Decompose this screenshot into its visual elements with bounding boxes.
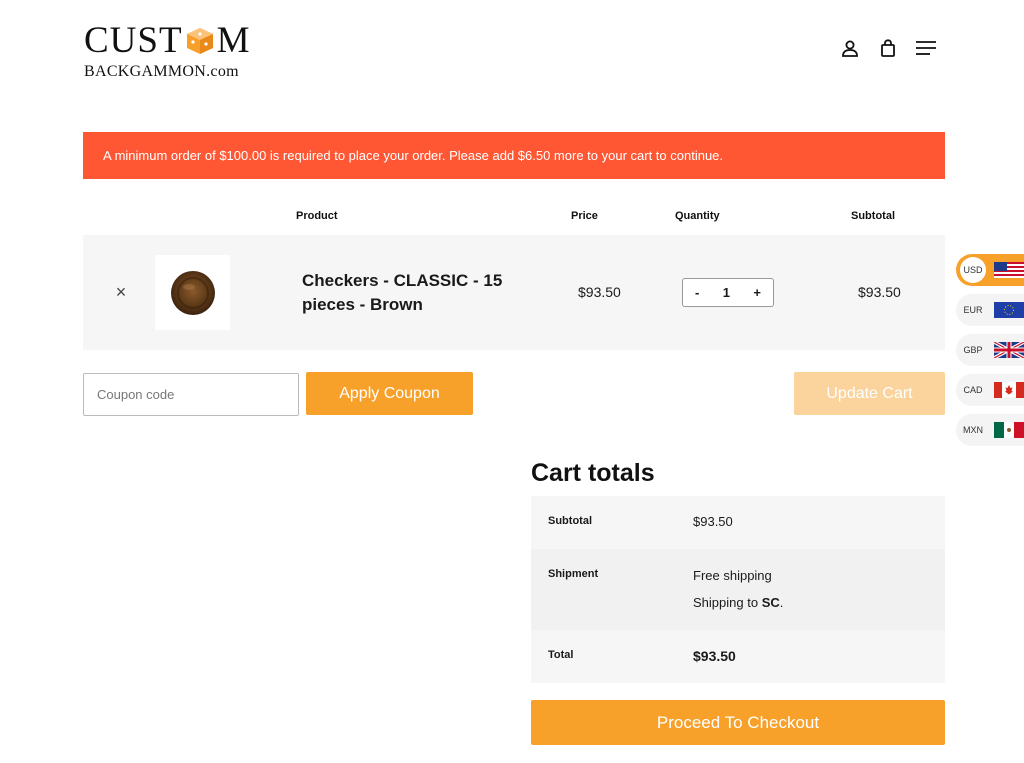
apply-coupon-button[interactable]: Apply Coupon: [306, 372, 473, 415]
proceed-to-checkout-button[interactable]: Proceed To Checkout: [531, 700, 945, 745]
logo-text-right: M: [216, 20, 251, 61]
remove-item-button[interactable]: ×: [113, 283, 129, 301]
cart-item-row: × Checkers - CLASSIC - 15 pieces - Brown…: [83, 235, 945, 350]
shipping-destination: Shipping to SC.: [693, 595, 784, 610]
user-account-icon[interactable]: [840, 38, 860, 58]
totals-shipment-row: Shipment Free shipping Shipping to SC.: [531, 549, 945, 630]
product-price: $93.50: [578, 284, 621, 300]
dice-icon: [185, 26, 215, 56]
header-price: Price: [571, 210, 598, 222]
currency-code: USD: [960, 257, 986, 283]
currency-usd[interactable]: USD: [956, 254, 1024, 286]
header-actions: [840, 38, 936, 58]
cart-totals-heading: Cart totals: [531, 459, 655, 487]
mexico-flag-icon: [994, 422, 1024, 438]
eu-flag-icon: [994, 302, 1024, 318]
logo-subtitle: BACKGAMMON.com: [84, 63, 239, 80]
uk-flag-icon: [994, 342, 1024, 358]
totals-total-label: Total: [548, 649, 574, 661]
quantity-input[interactable]: 1: [723, 285, 730, 300]
shopping-bag-icon[interactable]: [878, 38, 898, 58]
currency-code: MXN: [963, 425, 983, 435]
currency-mxn[interactable]: MXN: [956, 414, 1024, 446]
currency-code: EUR: [963, 305, 983, 315]
site-logo[interactable]: CUST M BACKGAMMON.com: [84, 22, 254, 80]
currency-eur[interactable]: EUR: [956, 294, 1024, 326]
us-flag-icon: [994, 262, 1024, 278]
currency-gbp[interactable]: GBP: [956, 334, 1024, 366]
update-cart-button[interactable]: Update Cart: [794, 372, 945, 415]
currency-code: GBP: [963, 345, 983, 355]
header-quantity: Quantity: [675, 210, 720, 222]
currency-code: CAD: [963, 385, 983, 395]
logo-text-left: CUST: [84, 20, 183, 61]
notice-text: A minimum order of $100.00 is required t…: [103, 148, 724, 163]
totals-subtotal-value: $93.50: [693, 514, 733, 529]
totals-subtotal-row: Subtotal $93.50: [531, 496, 945, 549]
quantity-increase-button[interactable]: +: [753, 285, 761, 300]
totals-total-row: Total $93.50: [531, 630, 945, 683]
coupon-code-input[interactable]: [83, 373, 299, 416]
totals-subtotal-label: Subtotal: [548, 515, 592, 527]
totals-total-value: $93.50: [693, 648, 736, 664]
minimum-order-notice: A minimum order of $100.00 is required t…: [83, 132, 945, 179]
product-name-link[interactable]: Checkers - CLASSIC - 15 pieces - Brown: [302, 269, 542, 317]
canada-flag-icon: [994, 382, 1024, 398]
quantity-stepper: - 1 +: [682, 278, 774, 307]
header-product: Product: [296, 210, 338, 222]
shipping-to-state: SC: [761, 595, 780, 610]
quantity-decrease-button[interactable]: -: [695, 285, 699, 300]
shipping-to-prefix: Shipping to: [693, 595, 759, 610]
logo-wordmark: CUST M: [84, 22, 254, 59]
shipping-method: Free shipping: [693, 568, 772, 583]
currency-cad[interactable]: CAD: [956, 374, 1024, 406]
header-subtotal: Subtotal: [851, 210, 895, 222]
item-subtotal: $93.50: [858, 284, 901, 300]
product-thumbnail[interactable]: [155, 255, 230, 330]
totals-shipment-label: Shipment: [548, 568, 599, 580]
menu-hamburger-icon[interactable]: [916, 38, 936, 58]
